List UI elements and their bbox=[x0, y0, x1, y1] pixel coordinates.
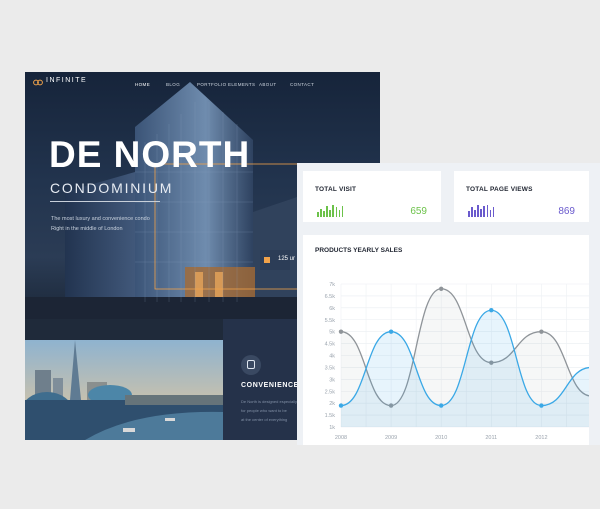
y-tick-label: 5k bbox=[329, 330, 335, 336]
units-badge[interactable]: 125 ur bbox=[260, 250, 295, 270]
hero-divider bbox=[50, 201, 160, 202]
y-tick-label: 5.5k bbox=[325, 318, 336, 324]
nav-item-portfolio[interactable]: PORTFOLIO bbox=[197, 82, 228, 87]
nav-item-elements[interactable]: ELEMENTS bbox=[228, 82, 259, 87]
stat-label: TOTAL PAGE VIEWS bbox=[466, 186, 533, 193]
x-tick-label: 2011 bbox=[485, 435, 497, 441]
y-tick-label: 2k bbox=[329, 401, 335, 407]
series-point bbox=[338, 329, 344, 334]
series-point bbox=[439, 403, 444, 408]
nav-item-blog[interactable]: BLOG bbox=[166, 82, 197, 87]
sparkline-bar bbox=[317, 212, 319, 217]
series-point bbox=[439, 286, 444, 291]
stat-label: TOTAL VISIT bbox=[315, 186, 357, 193]
series-point bbox=[338, 403, 344, 408]
sales-line-chart: 1k 1.5k 2k 2.5k 3k 3.5k 4k 4.5k 5k 5.5k 6k 6.5k 7k 20… bbox=[325, 282, 589, 441]
y-tick-label: 1.5k bbox=[325, 413, 336, 419]
nav-item-home[interactable]: HOME bbox=[135, 82, 166, 87]
sparkline-bar bbox=[338, 209, 341, 217]
feature-title: CONVENIENCE bbox=[241, 382, 299, 389]
y-tick-label: 4k bbox=[329, 354, 335, 360]
stat-card-page-views: TOTAL PAGE VIEWS 869 bbox=[454, 171, 589, 222]
x-tick-label: 2009 bbox=[385, 435, 397, 441]
sparkline-bar bbox=[332, 205, 335, 217]
sparkline-bar bbox=[329, 209, 331, 217]
y-tick-label: 4.5k bbox=[325, 342, 336, 348]
x-tick-label: 2012 bbox=[535, 435, 547, 441]
sparkline-bar bbox=[477, 205, 479, 217]
sparkline-bar bbox=[335, 207, 338, 217]
y-tick-label: 7k bbox=[329, 282, 335, 288]
sparkline-bar bbox=[483, 206, 486, 217]
y-tick-label: 6.5k bbox=[325, 294, 336, 300]
sparkline-bar bbox=[320, 208, 322, 217]
y-tick-label: 3k bbox=[329, 377, 335, 383]
stat-value: 869 bbox=[558, 206, 575, 217]
site-header: INFINITE HOME BLOG PORTFOLIO ELEMENTS AB… bbox=[25, 72, 380, 96]
page-views-sparkline bbox=[468, 205, 495, 217]
x-tick-label: 2008 bbox=[335, 435, 347, 441]
sparkline-bar bbox=[471, 207, 473, 217]
sales-chart-card: PRODUCTS YEARLY SALES 1k 1.5k 2k 2.5k 3k 3.5k… bbox=[303, 235, 589, 445]
hero-desc-line-1: The most luxury and convenience condo bbox=[51, 216, 150, 222]
units-badge-text: 125 ur bbox=[278, 256, 296, 262]
hero-desc-line-2: Right in the middle of London bbox=[51, 226, 123, 232]
main-nav: HOME BLOG PORTFOLIO ELEMENTS ABOUT CONTA… bbox=[135, 82, 321, 87]
sparkline-bar bbox=[489, 209, 492, 217]
nav-item-contact[interactable]: CONTACT bbox=[290, 82, 321, 87]
sparkline-bar bbox=[492, 207, 495, 217]
logo-name[interactable]: INFINITE bbox=[46, 77, 87, 84]
hero-title: DE NORTH bbox=[49, 134, 251, 175]
series-point bbox=[388, 329, 394, 334]
x-tick-label: 2010 bbox=[435, 435, 447, 441]
train-icon bbox=[241, 355, 261, 375]
stat-card-visits: TOTAL VISIT 659 bbox=[303, 171, 441, 222]
sparkline-bar bbox=[326, 206, 328, 217]
y-tick-label: 2.5k bbox=[325, 389, 336, 395]
stat-value: 659 bbox=[410, 206, 427, 217]
city-photo bbox=[25, 340, 223, 440]
building-icon bbox=[264, 257, 270, 263]
sparkline-bar bbox=[474, 209, 476, 217]
visit-sparkline bbox=[317, 205, 344, 217]
y-tick-label: 1k bbox=[329, 425, 335, 431]
y-tick-label: 3.5k bbox=[325, 365, 336, 371]
sparkline-bar bbox=[486, 205, 489, 217]
nav-item-about[interactable]: ABOUT bbox=[259, 82, 290, 87]
sparkline-bar bbox=[323, 211, 325, 217]
hero-description: The most luxury and convenience condo Ri… bbox=[51, 214, 171, 234]
series-point bbox=[539, 329, 544, 334]
sparkline-bar bbox=[468, 211, 470, 217]
sparkline-bar bbox=[341, 206, 344, 217]
infinity-logo-icon bbox=[33, 79, 43, 86]
series-point bbox=[539, 403, 544, 408]
series-point bbox=[489, 308, 494, 313]
hero-subtitle: CONDOMINIUM bbox=[50, 180, 174, 196]
y-tick-label: 6k bbox=[329, 306, 335, 312]
sparkline-bar bbox=[480, 208, 482, 217]
dashboard-preview: TOTAL VISIT 659 TOTAL PAGE VIEWS 869 PRO… bbox=[297, 163, 600, 445]
